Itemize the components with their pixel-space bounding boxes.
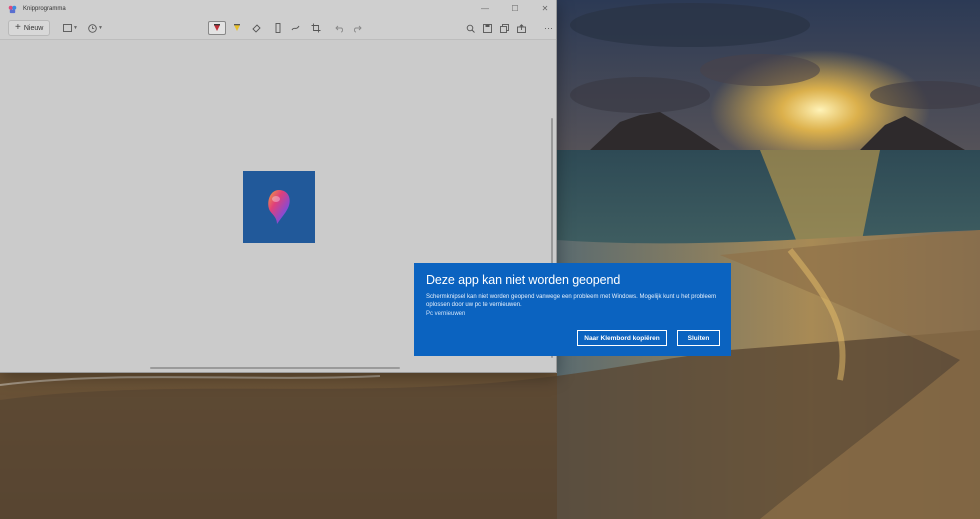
toolbar: + Nieuw ▼ ▼ ··· [0,18,556,40]
horizontal-scrollbar[interactable] [150,367,400,369]
window-controls: — ☐ ✕ [480,3,550,14]
minimize-button[interactable]: — [480,3,490,14]
captured-snip-image [243,171,315,243]
more-options-button[interactable]: ··· [541,21,556,35]
paint-app-logo-icon [268,190,290,224]
close-window-button[interactable]: ✕ [540,3,550,14]
snipping-tool-logo-icon [8,5,17,13]
undo-button[interactable] [332,21,347,35]
close-dialog-button[interactable]: Sluiten [677,330,720,346]
crop-button[interactable] [308,21,324,35]
zoom-button[interactable] [463,21,478,35]
snip-options-group: ▼ ▼ [60,21,106,35]
delay-timer-dropdown[interactable]: ▼ [85,21,106,35]
redo-button[interactable] [350,21,365,35]
maximize-button[interactable]: ☐ [510,3,520,14]
zoom-icon [466,24,475,33]
dialog-title: Deze app kan niet worden geopend [426,273,621,287]
title-bar: Knipprogramma — ☐ ✕ [0,0,556,18]
more-icon: ··· [544,23,553,33]
new-snip-label: Nieuw [23,24,44,32]
window-title: Knipprogramma [23,6,66,12]
snip-mode-icon [63,24,72,32]
touch-writing-icon [291,25,300,31]
annotation-tools-group [208,21,365,35]
ruler-icon [275,23,281,33]
ballpoint-pen-icon [214,24,220,31]
plus-icon: + [15,22,21,33]
dialog-message: Schermknipsel kan niet worden geopend va… [426,294,717,309]
error-dialog: Deze app kan niet worden geopend Schermk… [414,263,731,356]
refresh-pc-link[interactable]: Pc vernieuwen [426,311,720,317]
eraser-button[interactable] [248,21,264,35]
snip-mode-dropdown[interactable]: ▼ [60,21,81,35]
share-button[interactable] [514,21,529,35]
save-button[interactable] [480,21,495,35]
new-snip-button[interactable]: + Nieuw [8,20,51,36]
chevron-down-icon: ▼ [97,25,103,31]
touch-writing-button[interactable] [288,21,304,35]
eraser-icon [252,24,261,33]
ballpoint-pen-button[interactable] [208,21,226,35]
copy-icon [500,23,509,33]
copy-to-clipboard-button[interactable]: Naar Klembord kopiëren [577,330,667,346]
file-actions-group: ··· [463,21,556,35]
delay-timer-icon [88,23,97,33]
highlighter-button[interactable] [229,21,245,35]
copy-button[interactable] [497,21,512,35]
dialog-buttons: Naar Klembord kopiëren Sluiten [577,330,720,346]
redo-icon [354,25,362,32]
undo-icon [335,25,343,32]
share-icon [517,23,526,33]
save-icon [483,23,492,33]
chevron-down-icon: ▼ [73,25,78,31]
ruler-button[interactable] [272,21,284,35]
highlighter-icon [234,24,240,31]
crop-icon [311,23,321,33]
